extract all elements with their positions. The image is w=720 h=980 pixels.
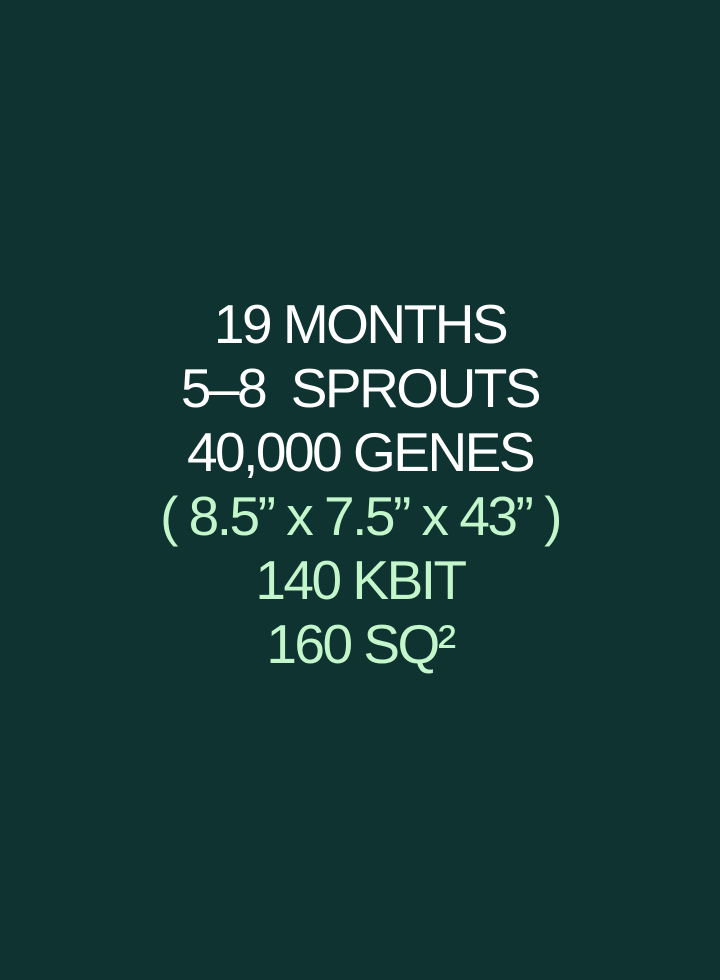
stat-line-genes: 40,000 GENES bbox=[186, 421, 536, 483]
stat-line-area: 160 SQ² bbox=[266, 613, 456, 675]
stat-line-months: 19 MONTHS bbox=[213, 293, 509, 355]
stat-line-dimensions: ( 8.5” x 7.5” x 43” ) bbox=[160, 485, 562, 547]
stat-line-sprouts: 5–8 SPROUTS bbox=[180, 357, 542, 419]
poster-canvas: 19 MONTHS 5–8 SPROUTS 40,000 GENES ( 8.5… bbox=[0, 0, 720, 980]
stats-text-block: 19 MONTHS 5–8 SPROUTS 40,000 GENES ( 8.5… bbox=[0, 292, 720, 676]
stat-line-kbit: 140 KBIT bbox=[255, 549, 467, 611]
